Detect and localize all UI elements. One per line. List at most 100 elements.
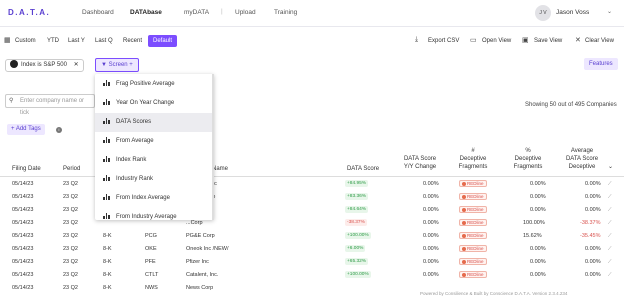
cell-ticker: PFE bbox=[145, 259, 156, 265]
cell-average-score: 0.00% bbox=[585, 259, 601, 265]
range-recent[interactable]: Recent bbox=[123, 38, 142, 44]
redline-label: REDline bbox=[467, 194, 484, 199]
close-icon[interactable]: ✕ bbox=[575, 36, 581, 44]
redline-badge[interactable]: REDline bbox=[459, 206, 487, 213]
menu-item-from-index-average[interactable]: From Index Average bbox=[95, 189, 214, 208]
menu-item-label: From Industry Average bbox=[116, 214, 177, 220]
cell-company-name: Pfizer Inc bbox=[186, 259, 209, 265]
cell-filing-date: 05/14/23 bbox=[12, 207, 34, 213]
menu-item-index-rank[interactable]: Index Rank bbox=[95, 151, 214, 170]
menu-item-label: From Index Average bbox=[116, 195, 170, 201]
cell-filing-date: 05/14/23 bbox=[12, 259, 34, 265]
range-last-q[interactable]: Last Q bbox=[95, 38, 113, 44]
range-custom[interactable]: Custom bbox=[15, 38, 36, 44]
open-view-button[interactable]: Open View bbox=[482, 38, 511, 44]
cell-filing-date: 05/14/23 bbox=[12, 220, 34, 226]
nav-mydata[interactable]: myDATA bbox=[184, 9, 209, 16]
header-filing-date[interactable]: Filing Date bbox=[12, 165, 41, 173]
cell-ticker: PCG bbox=[145, 233, 157, 239]
redline-badge[interactable]: REDline bbox=[459, 232, 487, 239]
nav-dashboard[interactable]: Dashboard bbox=[82, 9, 114, 16]
redline-badge[interactable]: REDline bbox=[459, 271, 487, 278]
nav-database[interactable]: DATAbase bbox=[130, 9, 162, 16]
menu-item-from-industry-average[interactable]: From Industry Average bbox=[95, 208, 214, 220]
menu-item-year-on-year-change[interactable]: Year On Year Change bbox=[95, 94, 214, 113]
header-average-score[interactable]: Average DATA Score Deceptive bbox=[560, 147, 604, 171]
header-deceptive-fragments[interactable]: # Deceptive Fragments bbox=[452, 147, 494, 171]
range-default-button[interactable]: Default bbox=[148, 35, 178, 47]
cell-filing-date: 05/14/23 bbox=[12, 246, 34, 252]
sp500-icon bbox=[10, 60, 18, 69]
cell-pct-deceptive: 100.00% bbox=[523, 220, 545, 226]
save-view-button[interactable]: Save View bbox=[534, 38, 562, 44]
cell-company-name: News Corp bbox=[186, 285, 214, 291]
cell-yy-change: 0.00% bbox=[423, 246, 439, 252]
user-avatar[interactable]: J V bbox=[535, 5, 551, 21]
redline-badge[interactable]: REDline bbox=[459, 180, 487, 187]
range-last-y[interactable]: Last Y bbox=[68, 38, 85, 44]
close-icon[interactable]: ✕ bbox=[74, 62, 79, 68]
header-pct-deceptive[interactable]: % Deceptive Fragments bbox=[506, 147, 550, 171]
info-icon[interactable]: i bbox=[56, 126, 62, 133]
cell-yy-change: 0.00% bbox=[423, 259, 439, 265]
header-data-score[interactable]: DATA Score bbox=[342, 165, 384, 173]
bar-chart-icon bbox=[103, 80, 110, 87]
dropdown-scrollbar[interactable] bbox=[212, 74, 214, 220]
cell-yy-change: 0.00% bbox=[423, 194, 439, 200]
menu-item-data-scores[interactable]: DATA Scores bbox=[95, 113, 214, 132]
features-button[interactable]: Features bbox=[584, 58, 618, 70]
data-score-badge: -38.37% bbox=[345, 219, 367, 226]
cell-filing-date: 05/14/23 bbox=[12, 285, 34, 291]
add-tags-button[interactable]: + Add Tags bbox=[7, 124, 45, 135]
cell-filing-date: 05/14/23 bbox=[12, 272, 34, 278]
header-pct-line3: Fragments bbox=[513, 164, 543, 170]
chevron-down-icon[interactable]: ⌄ bbox=[607, 8, 612, 15]
header-yy-line1: DATA Score bbox=[403, 156, 437, 162]
header-yy-change[interactable]: DATA Score Y/Y Change bbox=[396, 155, 444, 171]
export-csv-button[interactable]: Export CSV bbox=[428, 38, 459, 44]
redline-badge[interactable]: REDline bbox=[459, 219, 487, 226]
index-filter-chip[interactable]: Index is S&P 500 ✕ bbox=[5, 59, 84, 72]
user-name[interactable]: Jason Voss bbox=[556, 9, 589, 16]
cell-ticker: OKE bbox=[145, 246, 157, 252]
screen-button[interactable]: ▼ Screen + bbox=[95, 58, 139, 72]
nav-training[interactable]: Training bbox=[274, 9, 297, 16]
header-period[interactable]: Period bbox=[63, 165, 80, 173]
cell-ticker: CTLT bbox=[145, 272, 159, 278]
chevron-down-icon[interactable]: ⌄ bbox=[608, 163, 613, 170]
clear-view-button[interactable]: Clear View bbox=[585, 38, 614, 44]
screen-dropdown-menu: Frag Positive Average Year On Year Chang… bbox=[95, 74, 214, 220]
cell-company-name: Oneok Inc /NEW/ bbox=[186, 246, 229, 252]
menu-item-label: From Average bbox=[116, 138, 154, 144]
redline-badge[interactable]: REDline bbox=[459, 193, 487, 200]
trend-icon: ⟋ bbox=[608, 194, 612, 200]
menu-item-frag-positive-average[interactable]: Frag Positive Average bbox=[95, 75, 214, 94]
calendar-icon[interactable]: ▦ bbox=[4, 36, 11, 44]
menu-item-from-average[interactable]: From Average bbox=[95, 132, 214, 151]
cell-pct-deceptive: 0.00% bbox=[530, 259, 546, 265]
trend-icon: ⟋ bbox=[608, 259, 612, 265]
bar-chart-icon bbox=[103, 194, 110, 201]
nav-upload[interactable]: Upload bbox=[235, 9, 256, 16]
range-ytd[interactable]: YTD bbox=[47, 38, 59, 44]
cell-pct-deceptive: 0.00% bbox=[530, 246, 546, 252]
search-input[interactable]: ⚲ Enter company name or tick bbox=[5, 94, 95, 116]
redline-badge[interactable]: REDline bbox=[459, 258, 487, 265]
redline-dot-icon bbox=[462, 207, 466, 212]
menu-item-label: Year On Year Change bbox=[116, 100, 175, 106]
menu-item-label: DATA Scores bbox=[116, 119, 152, 125]
menu-item-industry-rank[interactable]: Industry Rank bbox=[95, 170, 214, 189]
cell-period: 23 Q2 bbox=[63, 194, 78, 200]
header-divider bbox=[0, 176, 624, 177]
trend-icon: ⟋ bbox=[608, 181, 612, 187]
data-score-badge: +6.00% bbox=[345, 245, 366, 252]
folder-icon[interactable]: ▭ bbox=[470, 36, 477, 44]
app-logo[interactable]: D.A.T.A. bbox=[8, 8, 50, 17]
bar-chart-icon bbox=[103, 99, 110, 106]
download-icon[interactable]: ⤓ bbox=[415, 36, 418, 44]
save-icon[interactable]: ▣ bbox=[522, 36, 529, 44]
redline-badge[interactable]: REDline bbox=[459, 245, 487, 252]
cell-company-name: ...Corp bbox=[186, 220, 203, 226]
header-name[interactable]: Name bbox=[212, 165, 228, 173]
cell-yy-change: 0.00% bbox=[423, 181, 439, 187]
